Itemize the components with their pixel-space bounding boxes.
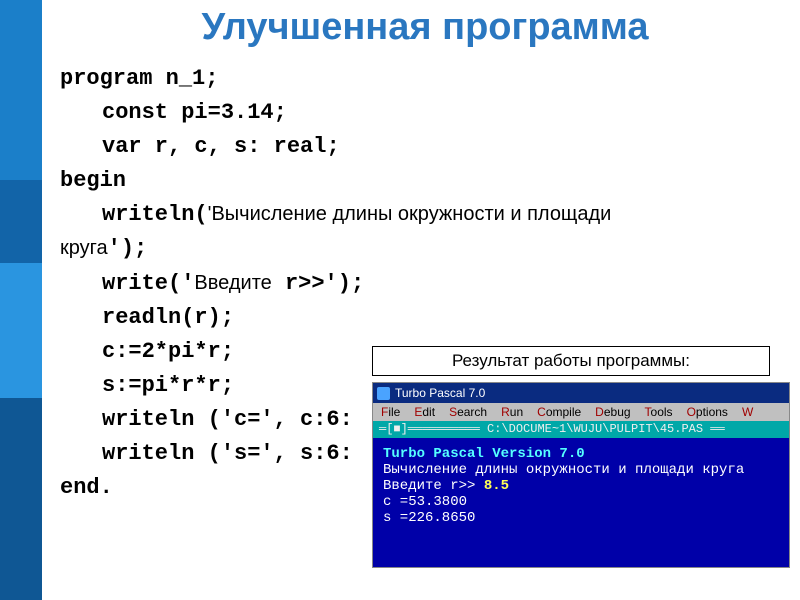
- menu-compile[interactable]: Compile: [537, 405, 581, 419]
- window-titlebar: Turbo Pascal 7.0: [373, 383, 789, 403]
- code-text: write(': [102, 271, 194, 296]
- menu-options[interactable]: Options: [687, 405, 728, 419]
- accent-block: [0, 398, 42, 600]
- out-input: 8.5: [475, 478, 509, 494]
- menu-edit[interactable]: Edit: [414, 405, 435, 419]
- menu-run[interactable]: Run: [501, 405, 523, 419]
- kw-const: const: [102, 100, 168, 125]
- out-line: c =53.3800: [383, 494, 779, 510]
- window-title: Turbo Pascal 7.0: [395, 386, 485, 400]
- code-text: pi=3.14;: [168, 100, 287, 125]
- code-text: readln(r);: [60, 301, 788, 335]
- accent-sidebar: [0, 0, 42, 600]
- console-output: Turbo Pascal Version 7.0 Вычисление длин…: [373, 438, 789, 567]
- menu-tools[interactable]: Tools: [645, 405, 673, 419]
- code-text: n_1;: [152, 66, 218, 91]
- turbo-pascal-window: Turbo Pascal 7.0 FFileile Edit Search Ru…: [372, 382, 790, 568]
- menu-window[interactable]: W: [742, 405, 753, 419]
- code-string: 'Вычисление длины окружности и площади: [208, 203, 612, 225]
- menu-bar: FFileile Edit Search Run Compile Debug T…: [373, 403, 789, 421]
- out-line: s =226.8650: [383, 510, 779, 526]
- code-text: ');: [108, 236, 148, 261]
- accent-block: [0, 263, 42, 398]
- menu-debug[interactable]: Debug: [595, 405, 630, 419]
- out-line: Turbo Pascal Version 7.0: [383, 446, 585, 462]
- code-text: writeln(: [102, 202, 208, 227]
- path-bar: ═[■]══════════ C:\DOCUME~1\WUJU\PULPIT\4…: [373, 421, 789, 438]
- result-label-box: Результат работы программы:: [372, 346, 770, 376]
- kw-begin: begin: [60, 168, 126, 193]
- menu-file[interactable]: FFileile: [381, 405, 400, 419]
- kw-var: var: [102, 134, 142, 159]
- code-string: Введите: [194, 272, 271, 294]
- code-text: .: [100, 475, 113, 500]
- out-line: Вычисление длины окружности и площади кр…: [383, 462, 779, 478]
- out-prompt: Введите r>>: [383, 478, 475, 494]
- kw-end: end: [60, 475, 100, 500]
- menu-search[interactable]: Search: [449, 405, 487, 419]
- accent-block: [0, 180, 42, 263]
- code-text: r>>');: [272, 271, 364, 296]
- kw-program: program: [60, 66, 152, 91]
- code-text: r, c, s: real;: [142, 134, 340, 159]
- accent-block: [0, 0, 42, 180]
- app-icon: [377, 387, 390, 400]
- slide-title: Улучшенная программа: [60, 6, 790, 49]
- code-string: круга: [60, 237, 108, 259]
